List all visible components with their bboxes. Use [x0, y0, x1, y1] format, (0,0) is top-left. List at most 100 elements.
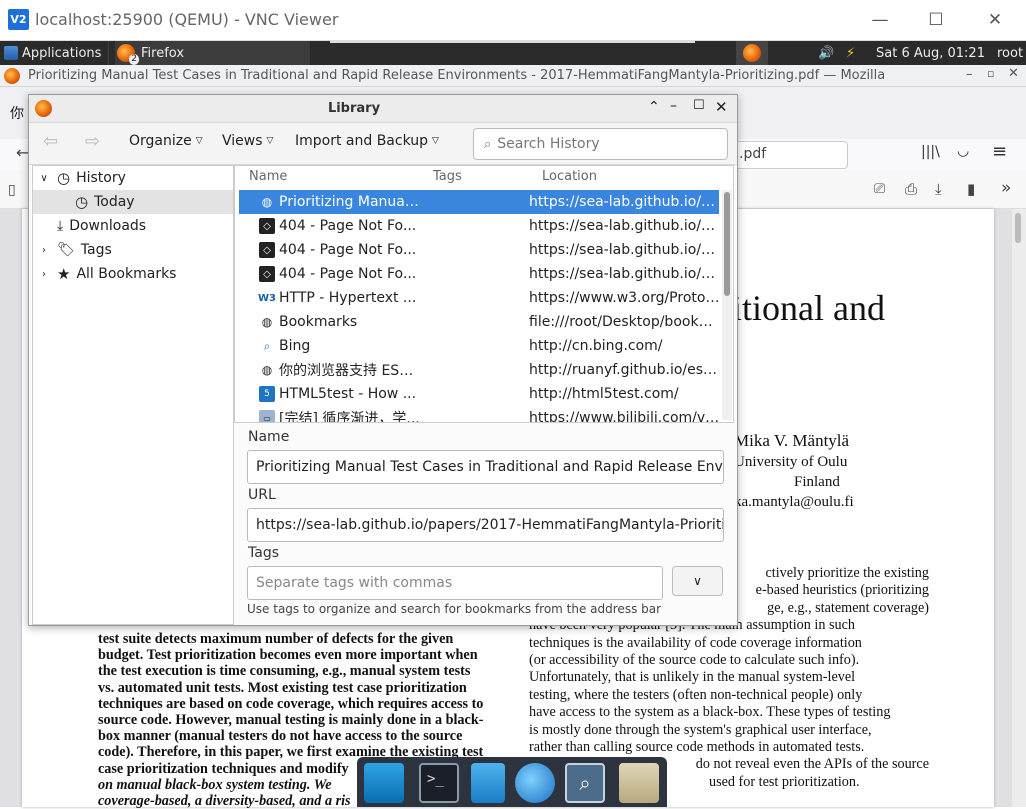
history-row[interactable]: ▭ [完结] 循序渐进，学... https://www.bilibili.co…	[239, 406, 721, 422]
pdf-line: have access to the system as a black-box…	[529, 704, 891, 721]
tags-input[interactable]: Separate tags with commas	[247, 566, 663, 600]
tools-chevron-icon[interactable]: »	[1001, 178, 1011, 198]
pdf-title-partial: itional and	[732, 288, 885, 328]
print-icon[interactable]: ⎙	[905, 180, 917, 198]
import-backup-menu[interactable]: Import and Backup ▽	[295, 133, 439, 149]
name-field[interactable]: Prioritizing Manual Test Cases in Tradit…	[247, 450, 724, 484]
pdf-line: rather than calling source code methods …	[529, 739, 865, 756]
history-row[interactable]: ◇ 404 - Page Not Fo... https://sea-lab.g…	[239, 238, 721, 262]
bookmark-icon[interactable]: ▮	[967, 180, 975, 198]
column-header-name[interactable]: Name	[249, 169, 287, 184]
tree-item-label: Tags	[80, 242, 112, 258]
expand-right-icon[interactable]: ›	[37, 269, 51, 280]
download-icon[interactable]: ⤓	[935, 180, 942, 198]
row-name: HTML5test - How ...	[279, 386, 417, 402]
column-header-tags[interactable]: Tags	[433, 169, 462, 184]
history-row[interactable]: ◇ 404 - Page Not Fo... https://sea-lab.g…	[239, 214, 721, 238]
row-name: 404 - Page Not Fo...	[279, 242, 417, 258]
organize-menu[interactable]: Organize ▽	[129, 133, 203, 149]
clock[interactable]: Sat 6 Aug, 01:21	[876, 41, 985, 65]
app-finder-icon[interactable]: ⌕	[565, 763, 605, 803]
file-manager-icon[interactable]	[471, 763, 505, 803]
expand-down-icon[interactable]: ∨	[37, 173, 51, 184]
pdf-line: the test execution is time consuming, e.…	[98, 663, 471, 680]
history-row[interactable]: 5 HTML5test - How ... http://html5test.c…	[239, 382, 719, 406]
pdf-line: vs. automated unit tests. Most existing …	[98, 679, 467, 696]
tree-item-label: Downloads	[69, 218, 147, 234]
library-toolbar: ⇦ ⇨ Organize ▽ Views ▽ Import and Backup ▽ …	[29, 123, 737, 165]
minimize-icon[interactable]: –	[670, 98, 677, 114]
pdf-line: Unfortunately, that is unlikely in the m…	[529, 669, 856, 686]
page-404-icon: ◇	[259, 242, 275, 258]
ff-maximize-icon[interactable]: ▫	[987, 67, 994, 80]
tree-item-today[interactable]: ◷ Today	[33, 190, 233, 214]
url-field[interactable]: https://sea-lab.github.io/papers/2017-He…	[247, 508, 724, 542]
globe-icon: ◍	[261, 195, 273, 209]
maximize-icon[interactable]: ☐	[916, 6, 956, 34]
forward-icon[interactable]: ⇨	[85, 131, 100, 152]
terminal-icon[interactable]: >_	[419, 763, 459, 803]
tree-item-all-bookmarks[interactable]: › ★ All Bookmarks	[33, 262, 233, 286]
volume-icon[interactable]: 🔊	[818, 41, 834, 65]
firefox-titlebar: Prioritizing Manual Test Cases in Tradit…	[0, 65, 1026, 87]
menu-icon[interactable]: ≡	[992, 141, 1007, 162]
pocket-icon[interactable]: ◡	[957, 143, 969, 159]
tree-item-history[interactable]: ∨ ◷ History	[33, 166, 233, 190]
close-icon[interactable]: ✕	[975, 6, 1015, 34]
history-row[interactable]: ◍ 你的浏览器支持 ES6... http://ruanyf.github.io…	[239, 358, 721, 382]
page-404-icon: ◇	[259, 266, 275, 282]
web-browser-icon[interactable]	[515, 763, 555, 803]
history-row[interactable]: ◍ Prioritizing Manual... https://sea-lab…	[239, 190, 721, 214]
globe-icon: ◍	[261, 363, 273, 377]
network-icon[interactable]: ⚡	[846, 41, 855, 65]
maximize-icon[interactable]: ☐	[693, 98, 705, 113]
clock-icon: ◷	[57, 169, 71, 187]
history-row[interactable]: ◇ 404 - Page Not Fo... https://sea-lab.g…	[239, 262, 721, 286]
pdf-line: box manner (manual testers do not have a…	[98, 728, 463, 745]
history-row[interactable]: ⌕ Bing http://cn.bing.com/	[239, 334, 719, 358]
sidebar-toggle-icon[interactable]: ▯	[8, 182, 16, 198]
tree-item-label: History	[76, 170, 126, 186]
search-icon: ⌕	[484, 136, 492, 152]
collapse-icon[interactable]: ⌃	[648, 99, 660, 115]
tray-firefox[interactable]	[736, 41, 768, 65]
history-list-scroll-thumb[interactable]	[724, 192, 730, 296]
history-row[interactable]: W3 HTTP - Hypertext ... https://www.w3.o…	[239, 286, 721, 310]
library-icon[interactable]: |||\	[921, 144, 940, 160]
search-placeholder: Search History	[497, 136, 600, 152]
tab-title-partial[interactable]: 你	[10, 103, 24, 123]
user-name[interactable]: root	[997, 41, 1023, 65]
tags-label: Tags	[248, 545, 279, 561]
history-list-scrollbar[interactable]	[722, 190, 732, 420]
search-input[interactable]: ⌕ Search History	[473, 128, 728, 160]
column-header-location[interactable]: Location	[542, 169, 597, 184]
pdf-scroll-thumb[interactable]	[1015, 213, 1021, 243]
expand-right-icon[interactable]: ›	[37, 245, 51, 256]
library-titlebar[interactable]: Library ⌃ – ☐ ✕	[29, 95, 737, 123]
taskbar-firefox[interactable]: 2 Firefox	[115, 41, 310, 65]
bilibili-icon: ▭	[259, 410, 275, 422]
vnc-titlebar: V2 localhost:25900 (QEMU) - VNC Viewer —…	[0, 0, 1026, 41]
minimize-icon[interactable]: —	[860, 6, 900, 34]
row-name: 404 - Page Not Fo...	[279, 266, 417, 282]
tags-dropdown-button[interactable]: ∨	[672, 566, 723, 596]
back-icon[interactable]: ⇦	[43, 131, 58, 152]
close-icon[interactable]: ✕	[715, 98, 728, 116]
row-name: Bookmarks	[279, 314, 358, 330]
ff-close-icon[interactable]: ✕	[1008, 66, 1019, 81]
url-text: .pdf	[739, 146, 767, 162]
pdf-line: source code. However, manual testing is …	[98, 712, 484, 729]
views-menu[interactable]: Views ▽	[222, 133, 273, 149]
ff-minimize-icon[interactable]: –	[966, 67, 973, 82]
applications-menu[interactable]: Applications	[4, 41, 101, 65]
import-backup-label: Import and Backup	[295, 133, 429, 149]
history-row[interactable]: ◍ Bookmarks file:///root/Desktop/bookma.…	[239, 310, 721, 334]
tree-item-tags[interactable]: › 🏷 Tags	[33, 238, 233, 262]
folder-icon[interactable]	[619, 763, 659, 803]
url-bar[interactable]: .pdf	[730, 141, 848, 169]
pdf-line: testing, where the testers (often non-te…	[529, 686, 863, 703]
presentation-icon[interactable]: ⎚	[874, 181, 885, 197]
pdf-scrollbar[interactable]	[1012, 209, 1026, 807]
tree-item-downloads[interactable]: ⤓ Downloads	[33, 214, 233, 238]
desktop-show-icon[interactable]	[364, 763, 404, 803]
